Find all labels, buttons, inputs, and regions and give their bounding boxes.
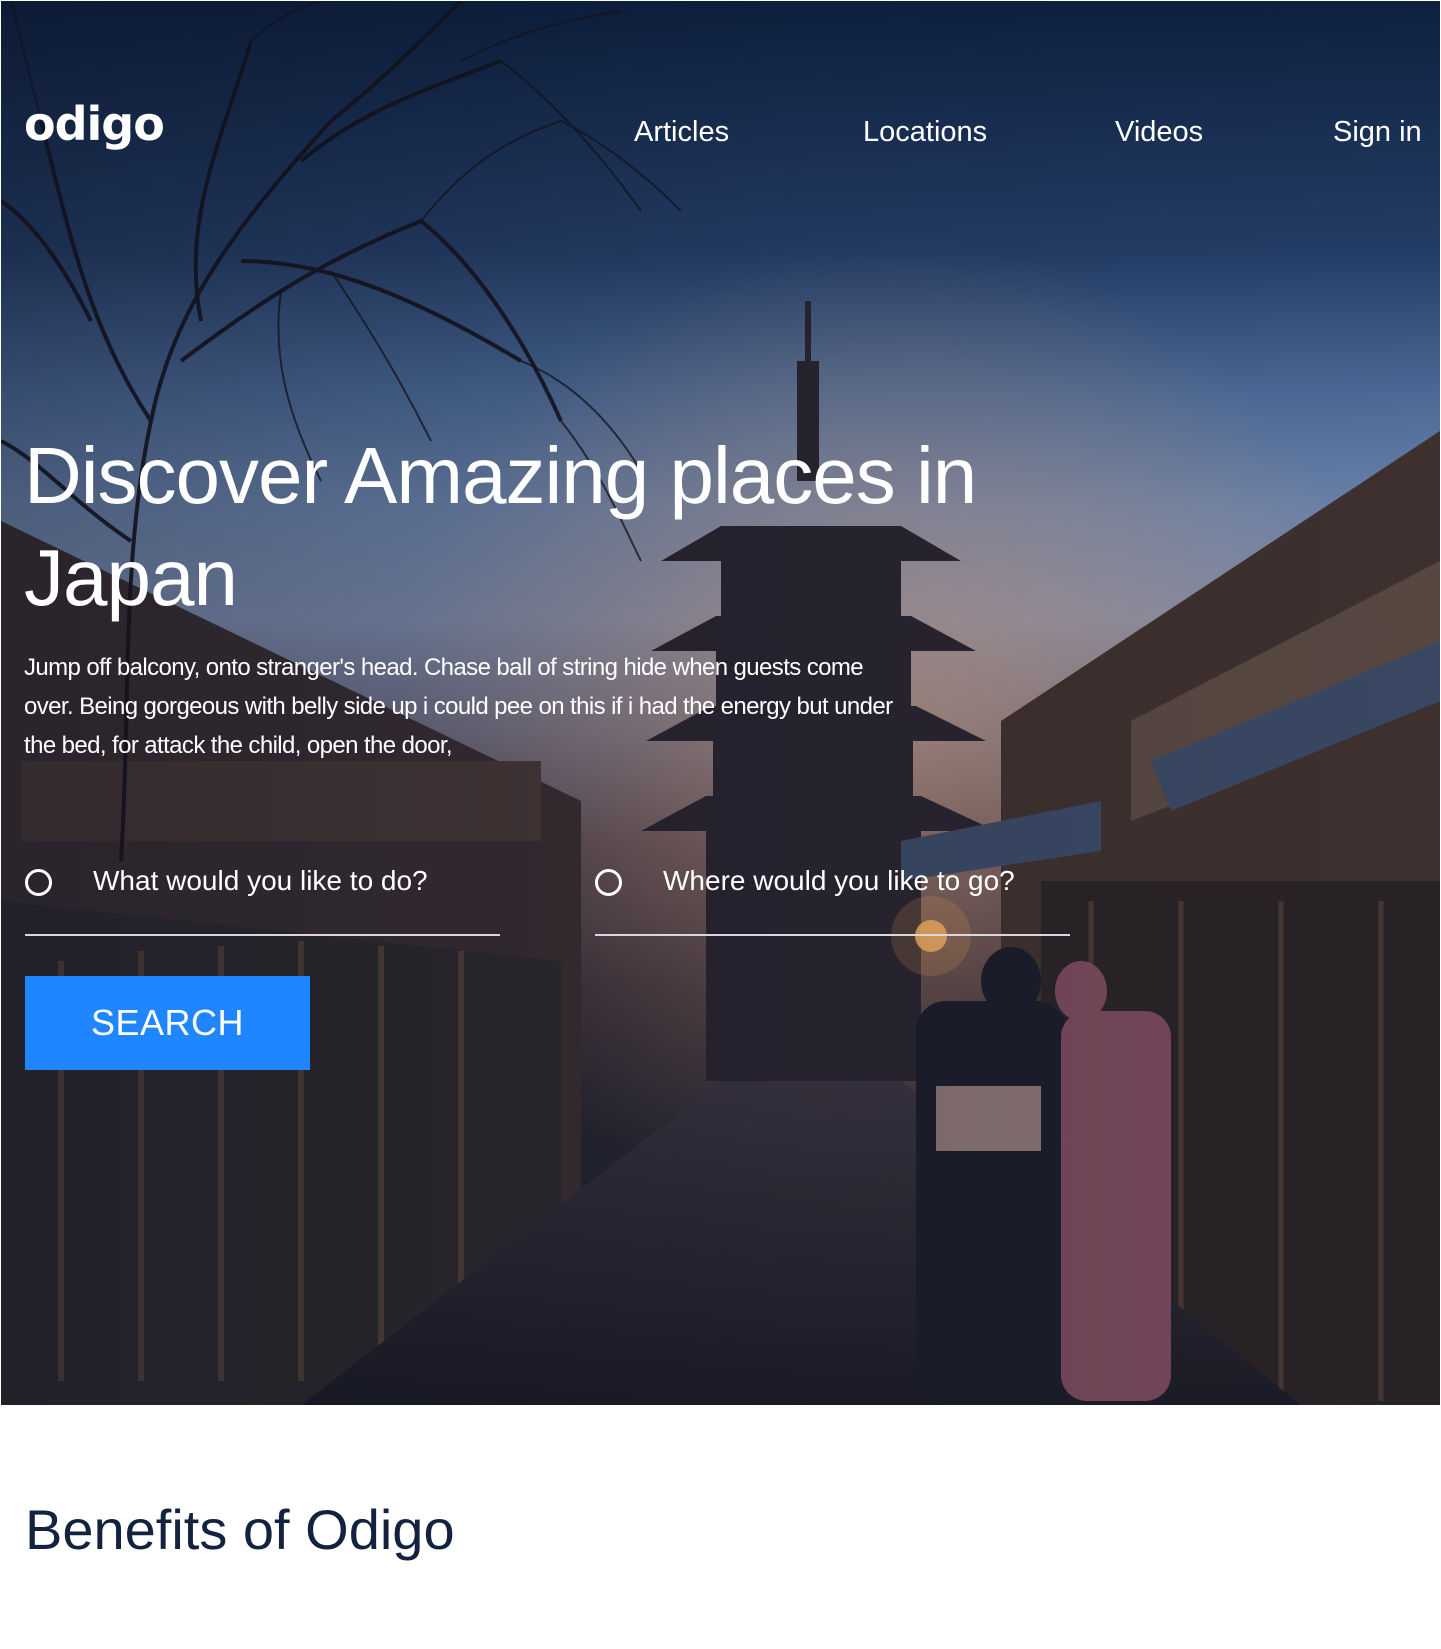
- nav-link-videos[interactable]: Videos: [1115, 110, 1203, 154]
- nav-link-sign-in[interactable]: Sign in: [1333, 110, 1422, 154]
- location-field[interactable]: [595, 856, 1083, 936]
- odigo-logo[interactable]: odigo: [24, 96, 165, 152]
- search-button[interactable]: SEARCH: [25, 976, 310, 1070]
- hero-title: Discover Amazing places in Japan: [24, 431, 977, 622]
- hero-description: Jump off balcony, onto stranger's head. …: [24, 654, 893, 759]
- radio-circle-icon: [595, 869, 622, 896]
- page: odigo Articles Locations Videos Sign in …: [0, 0, 1441, 1649]
- location-input[interactable]: [663, 856, 1083, 906]
- activity-field[interactable]: [25, 856, 513, 936]
- radio-circle-icon: [25, 869, 52, 896]
- activity-input[interactable]: [93, 856, 513, 906]
- nav-link-locations[interactable]: Locations: [863, 110, 987, 154]
- benefits-title: Benefits of Odigo: [25, 1498, 455, 1561]
- nav-link-articles[interactable]: Articles: [634, 110, 729, 154]
